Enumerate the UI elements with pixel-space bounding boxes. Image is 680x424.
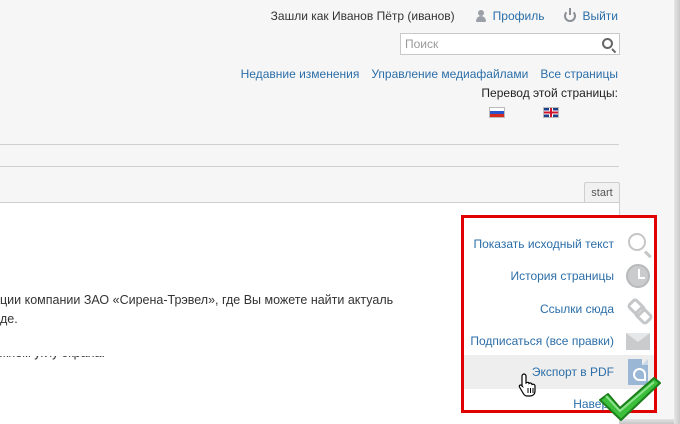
flag-ru-icon[interactable]	[489, 107, 505, 118]
divider	[0, 166, 619, 167]
media-manager-link[interactable]: Управление медиафайлами	[371, 67, 528, 81]
clock-icon	[626, 264, 650, 288]
user-bar: Зашли как Иванов Пётр (иванов) Профиль В…	[270, 8, 618, 23]
show-source-button[interactable]: Показать исходный текст	[464, 227, 654, 261]
tab-start[interactable]: start	[584, 182, 620, 203]
translation-flags	[489, 107, 559, 118]
logout-link[interactable]: Выйти	[582, 9, 618, 23]
recent-changes-link[interactable]: Недавние изменения	[241, 67, 360, 81]
content-line: де.	[0, 312, 18, 326]
flag-en-icon[interactable]	[543, 107, 559, 118]
search-icon[interactable]	[602, 38, 613, 49]
link-icon	[626, 297, 650, 321]
divider	[0, 144, 619, 145]
checkmark-icon	[596, 374, 662, 424]
site-tools: Недавние изменения Управление медиафайла…	[241, 67, 618, 81]
translation-label: Перевод этой страницы:	[481, 86, 618, 100]
subscribe-button[interactable]: Подписаться (все правки)	[464, 324, 654, 358]
magnifier-icon	[628, 233, 646, 251]
mail-icon	[626, 333, 650, 350]
menu-item-label: История страницы	[510, 269, 614, 283]
search-box	[400, 33, 620, 55]
menu-item-label: Ссылки сюда	[540, 302, 614, 316]
content-line: ции компании ЗАО «Сирена-Трэвел», где Вы…	[0, 293, 394, 307]
power-icon	[564, 8, 577, 22]
profile-link[interactable]: Профиль	[493, 9, 545, 23]
menu-item-label: Подписаться (все правки)	[470, 334, 614, 348]
hand-cursor-icon	[518, 373, 536, 403]
user-icon	[475, 10, 487, 22]
backlinks-button[interactable]: Ссылки сюда	[464, 292, 654, 326]
all-pages-link[interactable]: Все страницы	[540, 67, 618, 81]
search-input[interactable]	[401, 37, 591, 51]
logged-in-text: Зашли как Иванов Пётр (иванов)	[270, 9, 455, 23]
page-history-button[interactable]: История страницы	[464, 259, 654, 293]
menu-item-label: Показать исходный текст	[473, 237, 614, 251]
